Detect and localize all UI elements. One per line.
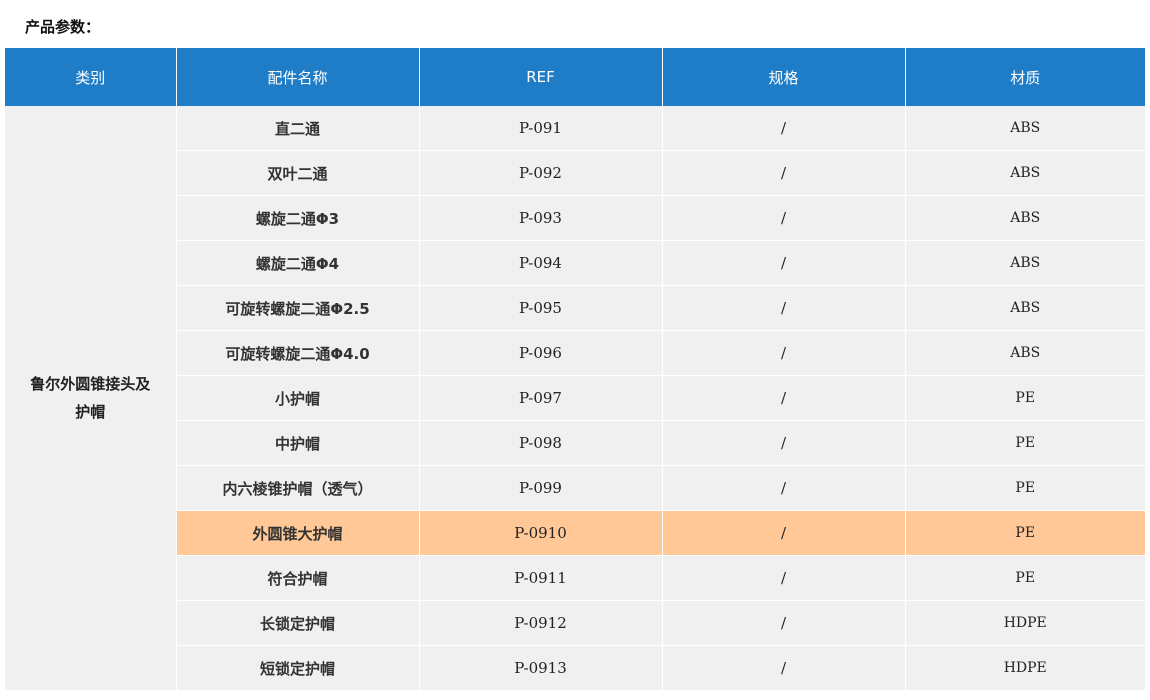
ref-cell: P-093 xyxy=(419,195,663,241)
part-name-cell: 螺旋二通Φ4 xyxy=(176,240,420,286)
part-name-cell: 短锁定护帽 xyxy=(176,645,420,691)
header-category: 类别 xyxy=(5,48,177,106)
material-cell: ABS xyxy=(905,240,1145,286)
spec-cell: / xyxy=(662,330,906,376)
table-row: 螺旋二通Φ4 P-094 / ABS xyxy=(5,240,1145,286)
part-name-cell: 双叶二通 xyxy=(176,150,420,196)
ref-cell: P-094 xyxy=(419,240,663,286)
ref-cell: P-098 xyxy=(419,420,663,466)
ref-cell: P-095 xyxy=(419,285,663,331)
table-row: 可旋转螺旋二通Φ2.5 P-095 / ABS xyxy=(5,285,1145,331)
part-name-cell: 小护帽 xyxy=(176,375,420,421)
table-row: 内六棱锥护帽（透气） P-099 / PE xyxy=(5,465,1145,511)
table-row: 中护帽 P-098 / PE xyxy=(5,420,1145,466)
ref-cell: P-096 xyxy=(419,330,663,376)
spec-cell: / xyxy=(662,555,906,601)
table-row: 鲁尔外圆锥接头及护帽 直二通 P-091 / ABS xyxy=(5,106,1145,691)
ref-cell: P-0911 xyxy=(419,555,663,601)
material-cell: HDPE xyxy=(905,600,1145,646)
table-row: 短锁定护帽 P-0913 / HDPE xyxy=(5,645,1145,691)
table-row: 长锁定护帽 P-0912 / HDPE xyxy=(5,600,1145,646)
header-material: 材质 xyxy=(905,48,1145,106)
spec-cell: / xyxy=(662,106,906,151)
ref-cell: P-0910 xyxy=(419,510,663,556)
part-name-cell: 长锁定护帽 xyxy=(176,600,420,646)
part-name-cell: 中护帽 xyxy=(176,420,420,466)
spec-cell: / xyxy=(662,600,906,646)
spec-cell: / xyxy=(662,645,906,691)
part-name-cell: 符合护帽 xyxy=(176,555,420,601)
material-cell: PE xyxy=(905,465,1145,511)
part-name-cell: 直二通 xyxy=(176,106,420,151)
material-cell: PE xyxy=(905,375,1145,421)
material-cell: PE xyxy=(905,555,1145,601)
part-name-cell: 螺旋二通Φ3 xyxy=(176,195,420,241)
spec-cell: / xyxy=(662,465,906,511)
header-spec: 规格 xyxy=(662,48,906,106)
part-name-cell: 可旋转螺旋二通Φ2.5 xyxy=(176,285,420,331)
material-cell: PE xyxy=(905,510,1145,556)
table-row: 符合护帽 P-0911 / PE xyxy=(5,555,1145,601)
part-name-cell: 内六棱锥护帽（透气） xyxy=(176,465,420,511)
category-cell: 鲁尔外圆锥接头及护帽 xyxy=(5,106,177,691)
ref-cell: P-099 xyxy=(419,465,663,511)
ref-cell: P-0912 xyxy=(419,600,663,646)
table-row-highlighted: 外圆锥大护帽 P-0910 / PE xyxy=(5,510,1145,556)
spec-cell: / xyxy=(662,285,906,331)
table-row: 螺旋二通Φ3 P-093 / ABS xyxy=(5,195,1145,241)
spec-cell: / xyxy=(662,240,906,286)
header-part-name: 配件名称 xyxy=(176,48,420,106)
material-cell: PE xyxy=(905,420,1145,466)
material-cell: ABS xyxy=(905,195,1145,241)
product-params-table: 类别 配件名称 REF 规格 材质 鲁尔外圆锥接头及护帽 直二通 P-091 /… xyxy=(5,48,1145,691)
section-heading: 产品参数： xyxy=(25,18,101,36)
part-name-cell: 外圆锥大护帽 xyxy=(176,510,420,556)
part-name-cell: 可旋转螺旋二通Φ4.0 xyxy=(176,330,420,376)
header-ref: REF xyxy=(419,48,663,106)
table-row: 小护帽 P-097 / PE xyxy=(5,375,1145,421)
material-cell: ABS xyxy=(905,150,1145,196)
table-header-row: 类别 配件名称 REF 规格 材质 xyxy=(5,48,1145,106)
ref-cell: P-092 xyxy=(419,150,663,196)
material-cell: ABS xyxy=(905,106,1145,151)
table-row: 可旋转螺旋二通Φ4.0 P-096 / ABS xyxy=(5,330,1145,376)
spec-cell: / xyxy=(662,375,906,421)
material-cell: HDPE xyxy=(905,645,1145,691)
ref-cell: P-091 xyxy=(419,106,663,151)
ref-cell: P-097 xyxy=(419,375,663,421)
ref-cell: P-0913 xyxy=(419,645,663,691)
table-row: 双叶二通 P-092 / ABS xyxy=(5,150,1145,196)
spec-cell: / xyxy=(662,420,906,466)
spec-cell: / xyxy=(662,150,906,196)
material-cell: ABS xyxy=(905,330,1145,376)
material-cell: ABS xyxy=(905,285,1145,331)
spec-cell: / xyxy=(662,195,906,241)
spec-cell: / xyxy=(662,510,906,556)
